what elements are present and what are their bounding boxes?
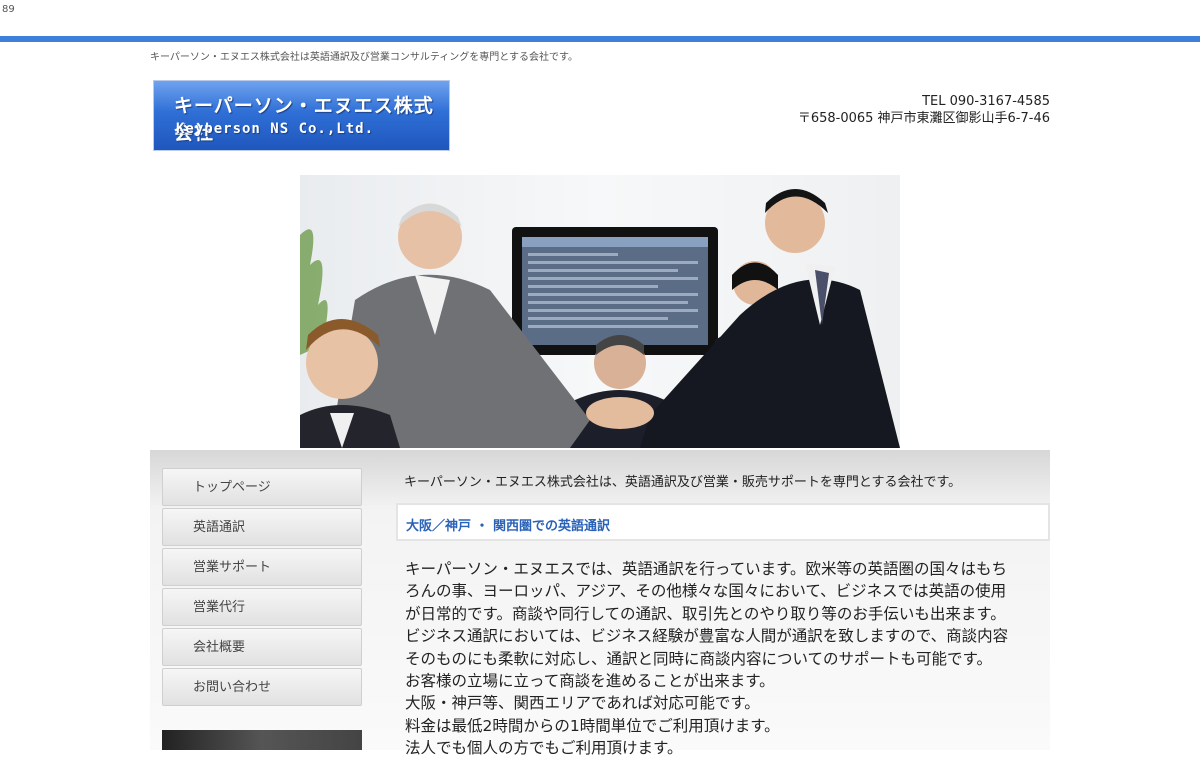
nav-item-sales-support[interactable]: 営業サポート [162, 548, 362, 586]
body-line: 法人でも個人の方でもご利用頂けます。 [405, 739, 683, 758]
contact-address: 〒658-0065 神戸市東灘区御影山手6-7-46 [797, 111, 1050, 126]
body-line: ろんの事、ヨーロッパ、アジア、その他様々な国々において、ビジネスでは英語の使用 [405, 582, 1007, 601]
nav-item-contact[interactable]: お問い合わせ [162, 668, 362, 706]
section-heading: 大阪／神戸 ・ 関西圏での英語通訳 [406, 519, 611, 534]
nav-item-interpretation[interactable]: 英語通訳 [162, 508, 362, 546]
page-counter: 89 [2, 4, 15, 15]
sidebar-banner-image[interactable] [162, 730, 362, 750]
body-line: 大阪・神戸等、関西エリアであれば対応可能です。 [405, 694, 760, 713]
company-logo[interactable]: キーパーソン・エヌエス株式会社 Keyperson NS Co.,Ltd. [153, 80, 450, 151]
nav-item-top-page[interactable]: トップページ [162, 468, 362, 506]
body-line: お客様の立場に立って商談を進めることが出来ます。 [405, 672, 775, 691]
side-navigation: トップページ 英語通訳 営業サポート 営業代行 会社概要 お問い合わせ [162, 468, 362, 708]
body-paragraph: キーパーソン・エヌエスでは、英語通訳を行っています。欧米等の英語圏の国々はもち … [405, 558, 1045, 760]
section-heading-box: 大阪／神戸 ・ 関西圏での英語通訳 [396, 503, 1050, 541]
hero-image [300, 175, 900, 448]
contact-info: TEL 090-3167-4585 〒658-0065 神戸市東灘区御影山手6-… [798, 93, 1050, 127]
logo-name-en: Keyperson NS Co.,Ltd. [176, 121, 375, 137]
body-line: 料金は最低2時間からの1時間単位でご利用頂けます。 [405, 716, 780, 735]
body-line: そのものにも柔軟に対応し、通訳と同時に商談内容についてのサポートも可能です。 [405, 649, 992, 668]
nav-item-company-profile[interactable]: 会社概要 [162, 628, 362, 666]
nav-item-sales-agency[interactable]: 営業代行 [162, 588, 362, 626]
top-accent-bar [0, 36, 1200, 42]
body-line: が日常的です。商談や同行しての通訳、取引先とのやり取り等のお手伝いも出来ます。 [405, 604, 1006, 623]
site-tagline: キーパーソン・エヌエス株式会社は英語通訳及び営業コンサルティングを専門とする会社… [150, 52, 578, 63]
contact-tel: TEL 090-3167-4585 [922, 94, 1050, 109]
body-line: ビジネス通訳においては、ビジネス経験が豊富な人間が通訳を致しますので、商談内容 [405, 627, 1009, 646]
body-line: キーパーソン・エヌエスでは、英語通訳を行っています。欧米等の英語圏の国々はもち [405, 560, 1008, 578]
intro-text: キーパーソン・エヌエス株式会社は、英語通訳及び営業・販売サポートを専門とする会社… [404, 475, 962, 490]
